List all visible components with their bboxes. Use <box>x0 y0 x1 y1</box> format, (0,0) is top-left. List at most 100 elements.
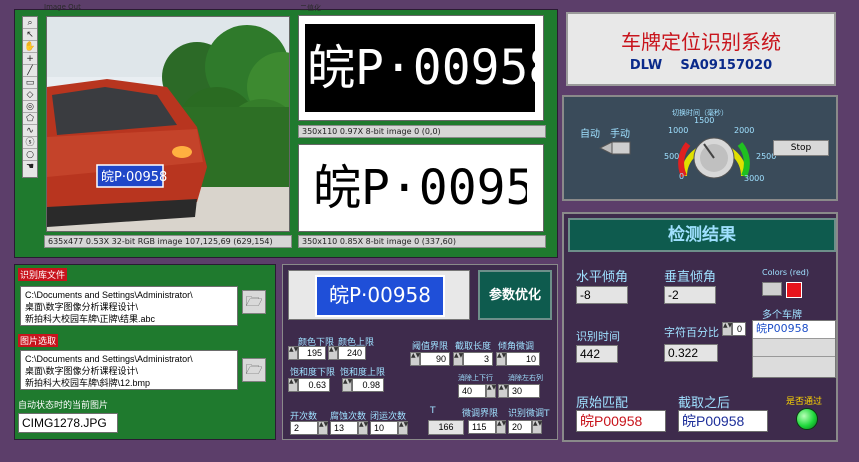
recog-time-label: 识别时间 <box>576 330 620 343</box>
multi-plate-label: 多个车牌 <box>762 310 802 321</box>
original-label: 原始匹配 <box>576 396 629 411</box>
rect-tool-icon[interactable]: ▭ <box>23 77 37 89</box>
char-percent-value: 0.322 <box>664 344 718 362</box>
open-input[interactable]: 2 <box>290 421 318 435</box>
sat-low-stepper[interactable]: ▲▼ <box>288 378 298 392</box>
binary-view-1[interactable]: 皖P·00958 <box>298 15 544 121</box>
color-swatch <box>786 282 802 298</box>
multi-plate-list[interactable]: 皖P00958 <box>752 320 836 378</box>
char-percent-index[interactable]: 0 <box>732 322 746 336</box>
remove-lr-stepper[interactable]: ▲▼ <box>498 384 508 398</box>
t-label: T <box>430 406 436 416</box>
car-photo-image: 皖P·00958 <box>47 17 289 231</box>
hand-tool-icon[interactable]: ☚ <box>23 161 37 173</box>
oval-tool-icon[interactable]: ○ <box>23 149 37 161</box>
pass-led-indicator <box>796 408 818 430</box>
open-stepper[interactable]: ▲▼ <box>318 421 328 435</box>
manual-label: 手动 <box>610 129 630 140</box>
fine-stepper[interactable]: ▲▼ <box>496 420 506 434</box>
char-percent-stepper[interactable]: ▲▼ <box>722 322 732 336</box>
binary-plate-image: 皖P·00958 <box>305 24 535 112</box>
fine-label: 微调界限 <box>462 409 499 419</box>
plate-preview: 皖P·00958 <box>288 270 470 320</box>
author-id: DLW SA09157020 <box>629 58 773 73</box>
thresh-input[interactable]: 90 <box>420 352 450 366</box>
cropped-label: 截取之后 <box>678 396 731 411</box>
color-low-stepper[interactable]: ▲▼ <box>288 346 298 360</box>
remove-ud-label: 消除上下行 <box>458 374 493 382</box>
recog-fine-label: 识别微调T <box>508 409 550 419</box>
line-tool-icon[interactable]: ╱ <box>23 65 37 77</box>
tick-2000: 2000 <box>734 126 755 135</box>
folder-icon: 🗁 <box>245 294 263 310</box>
char-percent-label: 字符百分比 <box>664 326 719 339</box>
pointer-tool-icon[interactable]: ↖ <box>23 29 37 41</box>
pan-tool-icon[interactable]: ✋ <box>23 41 37 53</box>
thresh-label: 阈值界限 <box>412 342 449 352</box>
remove-lr-input[interactable]: 30 <box>508 384 540 398</box>
remove-lr-label: 消除左右列 <box>508 374 543 382</box>
h-angle-label: 水平倾角 <box>576 270 629 285</box>
sat-high-input[interactable]: 0.98 <box>352 378 384 392</box>
color-image-status: 635x477 0.53X 32-bit RGB image 107,125,6… <box>44 235 292 248</box>
tilt-input[interactable]: 10 <box>506 352 540 366</box>
browse-image-button[interactable]: 🗁 <box>242 358 266 382</box>
binary-label: 二值化 <box>300 4 321 12</box>
car-photo-view[interactable]: 皖P·00958 <box>46 16 290 232</box>
sat-high-label: 饱和度上限 <box>340 368 386 378</box>
tick-500: 500 <box>664 152 680 161</box>
result-header: 检测结果 <box>568 218 836 252</box>
tilt-stepper[interactable]: ▲▼ <box>496 352 506 366</box>
multi-plate-item[interactable]: 皖P00958 <box>753 321 835 339</box>
color-index-stepper[interactable] <box>762 282 782 296</box>
crop-len-input[interactable]: 3 <box>463 352 493 366</box>
sat-low-input[interactable]: 0.63 <box>298 378 330 392</box>
image-out-label: Image Out <box>44 3 81 11</box>
current-image-label: 自动状态时的当前图片 <box>18 401 109 411</box>
erode-input[interactable]: 13 <box>330 421 358 435</box>
plate-preview-image: 皖P·00958 <box>315 275 445 317</box>
tick-1000: 1000 <box>668 126 689 135</box>
current-image-field[interactable]: CIMG1278.JPG <box>18 413 118 433</box>
tick-1500: 1500 <box>694 116 715 125</box>
stop-button[interactable]: Stop <box>773 140 829 156</box>
fine-input[interactable]: 115 <box>468 420 496 434</box>
h-angle-value: -8 <box>576 286 628 304</box>
remove-ud-stepper[interactable]: ▲▼ <box>486 384 496 398</box>
recog-fine-stepper[interactable]: ▲▼ <box>532 420 542 434</box>
polygon-tool-icon[interactable]: ⬠ <box>23 113 37 125</box>
title-panel: 车牌定位识别系统 DLW SA09157020 <box>566 12 836 86</box>
sat-high-stepper[interactable]: ▲▼ <box>342 378 352 392</box>
binary-view-2[interactable]: 皖P·00958 <box>298 144 544 232</box>
app-title: 车牌定位识别系统 <box>621 30 781 54</box>
image-path[interactable]: C:\Documents and Settings\Administrator\… <box>20 350 238 390</box>
thresh-stepper[interactable]: ▲▼ <box>410 352 420 366</box>
multi-plate-item-empty[interactable] <box>753 339 835 357</box>
close-input[interactable]: 10 <box>370 421 398 435</box>
color-low-input[interactable]: 195 <box>298 346 326 360</box>
erode-stepper[interactable]: ▲▼ <box>358 421 368 435</box>
color-high-input[interactable]: 240 <box>338 346 366 360</box>
recog-file-label: 识别库文件 <box>18 268 68 281</box>
freehand-tool-icon[interactable]: ∿ <box>23 125 37 137</box>
crop-len-stepper[interactable]: ▲▼ <box>453 352 463 366</box>
v-angle-value: -2 <box>664 286 716 304</box>
annulus-tool-icon[interactable]: ◎ <box>23 101 37 113</box>
optimize-button[interactable]: 参数优化 <box>478 270 552 320</box>
tick-3000: 3000 <box>744 174 765 183</box>
t-value: 166 <box>428 420 464 435</box>
crop-len-label: 截取长度 <box>455 342 492 352</box>
remove-ud-input[interactable]: 40 <box>458 384 486 398</box>
recog-file-path[interactable]: C:\Documents and Settings\Administrator\… <box>20 286 238 326</box>
closed-freehand-tool-icon[interactable]: ⓢ <box>23 137 37 149</box>
rotated-rect-tool-icon[interactable]: ◇ <box>23 89 37 101</box>
mode-toggle-switch[interactable] <box>598 140 632 156</box>
browse-recog-file-button[interactable]: 🗁 <box>242 290 266 314</box>
cropped-value: 皖P00958 <box>678 410 768 432</box>
color-high-stepper[interactable]: ▲▼ <box>328 346 338 360</box>
zoom-tool-icon[interactable]: ⌕ <box>23 17 37 29</box>
crosshair-tool-icon[interactable]: + <box>23 53 37 65</box>
recog-fine-input[interactable]: 20 <box>508 420 532 434</box>
close-stepper[interactable]: ▲▼ <box>398 421 408 435</box>
pass-label: 是否通过 <box>786 397 823 407</box>
